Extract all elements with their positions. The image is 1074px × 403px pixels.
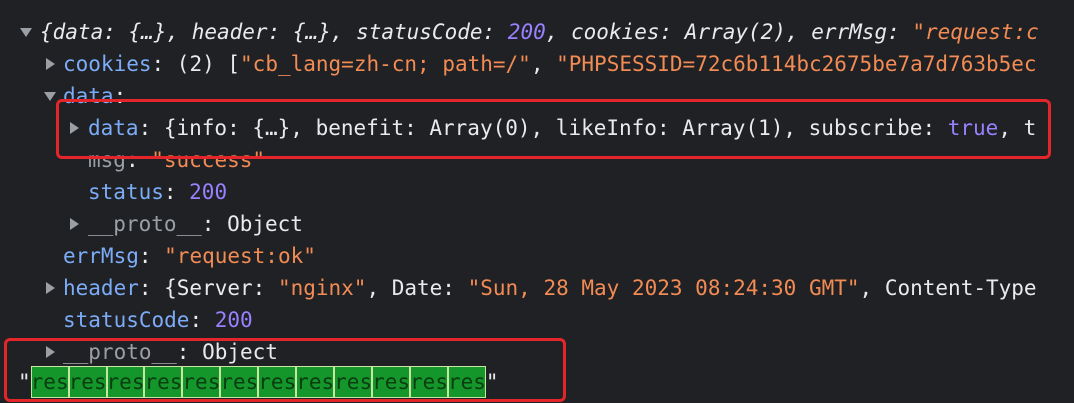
highlight-box-inner-data <box>56 99 1051 159</box>
root-preview-middle: , cookies: Array(2), errMsg: <box>545 20 913 44</box>
status-row: status: 200 <box>88 176 227 208</box>
cookies-key: cookies <box>63 52 152 76</box>
header-preview-2: , Date: <box>366 276 468 300</box>
collapse-arrow-icon[interactable] <box>20 28 32 37</box>
highlight-box-res-output <box>4 338 566 402</box>
header-key: header <box>63 276 139 300</box>
cookie-value-1: "cb_lang=zh-cn; path=/" <box>240 52 531 76</box>
status-code-colon: : <box>189 308 215 332</box>
expand-arrow-icon[interactable] <box>46 282 55 294</box>
errmsg-colon: : <box>138 244 165 268</box>
proto-row-inner[interactable]: __proto__: Object <box>88 208 303 240</box>
proto-key: __proto__ <box>88 212 202 236</box>
cookie-value-2: "PHPSESSID=72c6b114bc2675be7a7d763b5ec <box>556 52 1037 76</box>
header-row[interactable]: header: {Server: "nginx", Date: "Sun, 28… <box>63 272 1037 304</box>
root-errmsg-value: "request:c <box>912 20 1039 44</box>
status-code-row: statusCode: 200 <box>63 304 253 336</box>
errmsg-row: errMsg: "request:ok" <box>63 240 316 272</box>
root-status-value: 200 <box>507 20 546 44</box>
header-preview-1: : {Server: <box>138 276 278 300</box>
cookies-row[interactable]: cookies: (2) ["cb_lang=zh-cn; path=/", "… <box>63 48 1037 80</box>
errmsg-key: errMsg <box>63 244 139 268</box>
status-value: 200 <box>189 180 228 204</box>
cookies-preview: : (2) [ <box>151 52 241 76</box>
status-key: status <box>88 180 164 204</box>
proto-type: : Object <box>201 212 303 236</box>
expand-arrow-icon[interactable] <box>46 58 55 70</box>
server-value: "nginx" <box>277 276 367 300</box>
cookies-separator: , <box>530 52 557 76</box>
root-preview-prefix: {data: {…}, header: {…}, statusCode: <box>40 20 508 44</box>
header-preview-3: , Content-Type <box>859 276 1037 300</box>
collapse-arrow-icon[interactable] <box>44 92 56 101</box>
status-code-value: 200 <box>214 308 253 332</box>
errmsg-value: "request:ok" <box>164 244 316 268</box>
root-object-preview[interactable]: {data: {…}, header: {…}, statusCode: 200… <box>40 16 1039 48</box>
expand-arrow-icon[interactable] <box>70 218 79 230</box>
status-colon: : <box>163 180 190 204</box>
status-code-key: statusCode <box>63 308 190 332</box>
date-value: "Sun, 28 May 2023 08:24:30 GMT" <box>467 276 860 300</box>
